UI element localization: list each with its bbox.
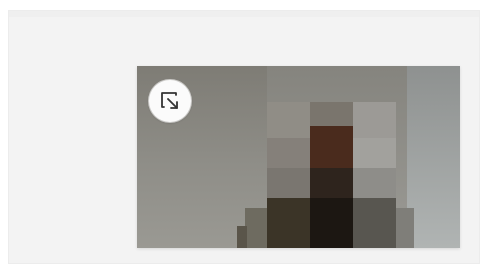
pixel-block [310, 168, 353, 198]
pixel-block [353, 138, 396, 168]
page: { "picture_in_picture": { "content": "pi… [0, 0, 487, 270]
pixel-block [267, 102, 310, 138]
window-top-strip [9, 11, 479, 17]
pixel-block [310, 102, 353, 126]
exit-picture-in-picture-button[interactable] [149, 80, 191, 122]
wall-right [407, 66, 460, 248]
pixel-block [353, 168, 396, 198]
exit-picture-in-picture-icon [161, 92, 178, 109]
pixel-block [310, 198, 353, 248]
pixel-block [310, 126, 353, 168]
pixel-block [267, 138, 310, 168]
pixel-block [237, 226, 247, 248]
pixel-block [396, 208, 414, 248]
pixel-block [267, 198, 310, 248]
pixel-block [245, 208, 267, 248]
pixel-block [353, 198, 396, 248]
pixel-block [353, 102, 396, 138]
pixel-block [267, 168, 310, 198]
